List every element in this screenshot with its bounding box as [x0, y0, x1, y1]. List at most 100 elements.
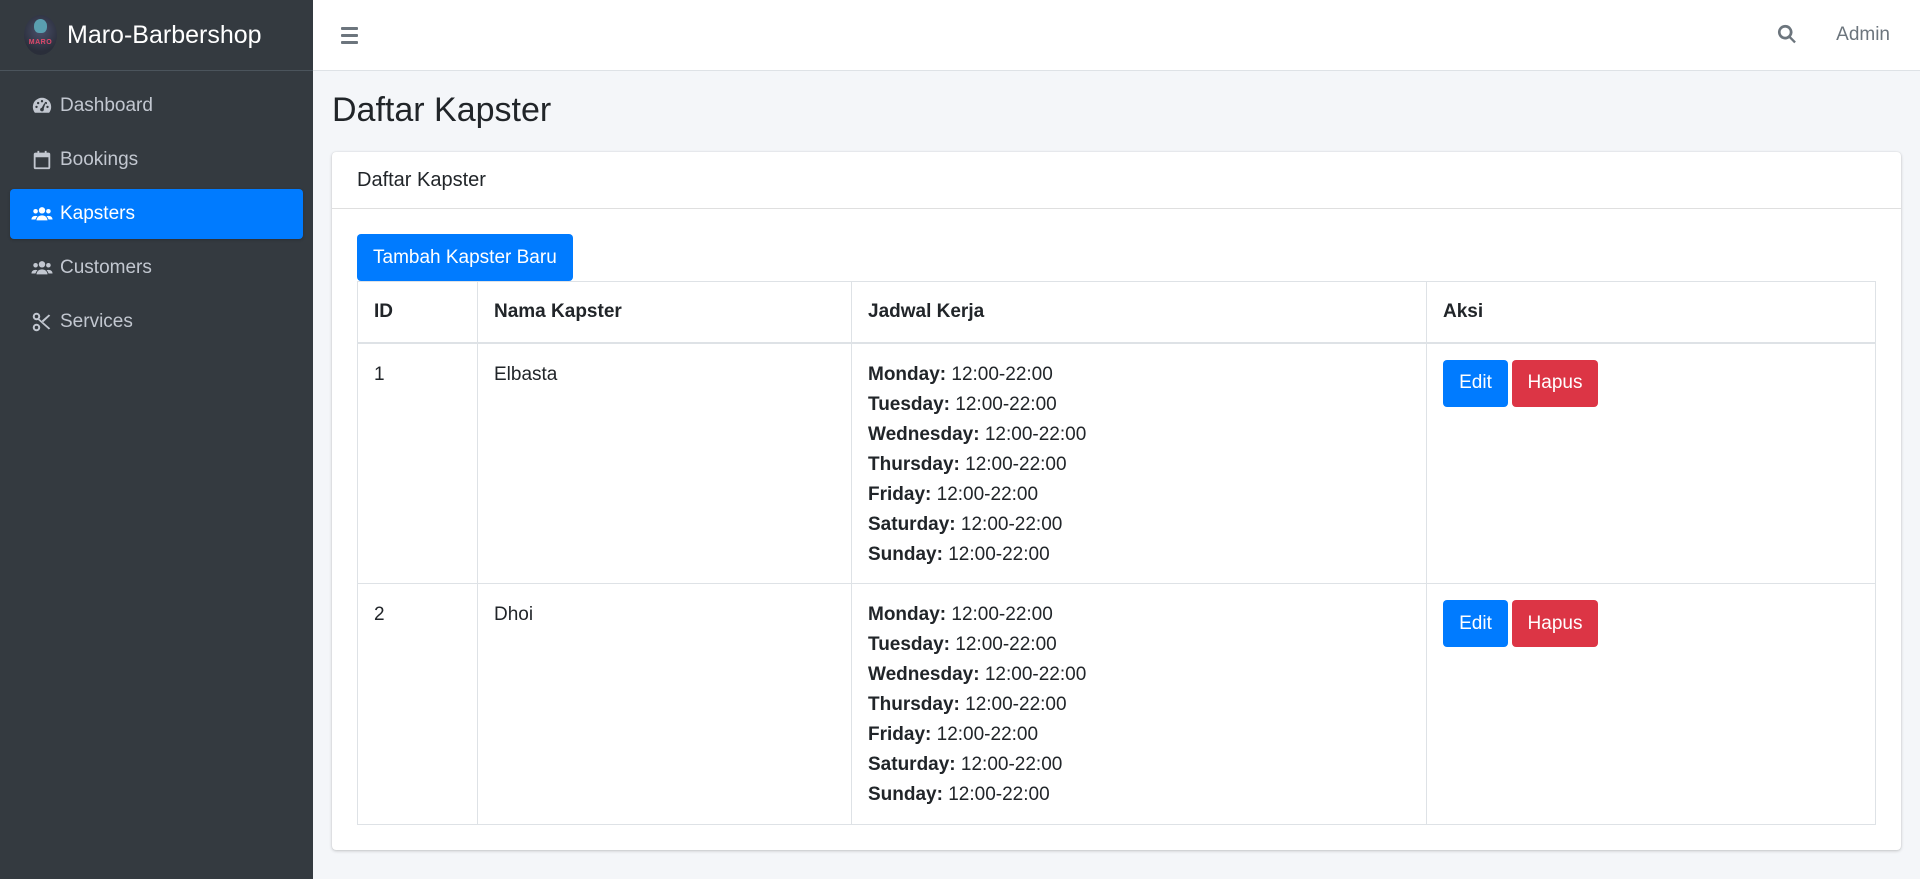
schedule-line: Thursday: 12:00-22:00: [868, 690, 1410, 720]
menu-toggle-icon[interactable]: [341, 23, 365, 47]
sidebar-item-kapsters[interactable]: Kapsters: [10, 189, 303, 239]
table-row: 1 Elbasta Monday: 12:00-22:00 Tuesday: 1…: [357, 342, 1876, 584]
schedule-line: Friday: 12:00-22:00: [868, 480, 1410, 510]
add-kapster-button[interactable]: Tambah Kapster Baru: [357, 234, 573, 281]
schedule-day: Monday:: [868, 363, 947, 385]
schedule-line: Sunday: 12:00-22:00: [868, 540, 1410, 570]
schedule-day: Saturday:: [868, 513, 956, 535]
main-content: Daftar Kapster Daftar Kapster Tambah Kap…: [313, 71, 1920, 879]
schedule-line: Tuesday: 12:00-22:00: [868, 390, 1410, 420]
cell-id: 1: [357, 342, 478, 584]
sidebar-item-customers[interactable]: Customers: [10, 243, 303, 293]
sidebar-nav: Dashboard Bookings Kapsters Customers Se…: [0, 71, 313, 347]
schedule-line: Saturday: 12:00-22:00: [868, 750, 1410, 780]
kapster-table: ID Nama Kapster Jadwal Kerja Aksi 1 Elba…: [357, 281, 1876, 825]
search-icon[interactable]: [1776, 23, 1800, 47]
schedule-time: 12:00-22:00: [948, 784, 1050, 805]
schedule-time: 12:00-22:00: [984, 664, 1087, 685]
schedule-day: Saturday:: [868, 754, 956, 775]
brand-name-bold: Maro: [67, 20, 124, 49]
column-header-schedule: Jadwal Kerja: [851, 281, 1427, 344]
brand-link[interactable]: MARO Maro-Barbershop: [0, 0, 313, 71]
schedule-line: Thursday: 12:00-22:00: [868, 450, 1410, 480]
card-header: Daftar Kapster: [332, 152, 1901, 209]
schedule-day: Sunday:: [868, 784, 943, 805]
schedule-line: Friday: 12:00-22:00: [868, 720, 1410, 750]
schedule-time: 12:00-22:00: [984, 423, 1087, 445]
sidebar-item-dashboard[interactable]: Dashboard: [10, 81, 303, 131]
topbar: Admin: [313, 0, 1920, 71]
delete-button[interactable]: Hapus: [1512, 359, 1598, 407]
sidebar: MARO Maro-Barbershop Dashboard Bookings …: [0, 0, 313, 879]
sidebar-item-label: Dashboard: [60, 95, 153, 116]
schedule-day: Friday:: [868, 483, 932, 505]
schedule-time: 12:00-22:00: [960, 513, 1063, 535]
cell-schedule: Monday: 12:00-22:00 Tuesday: 12:00-22:00…: [851, 583, 1427, 825]
sidebar-item-bookings[interactable]: Bookings: [10, 135, 303, 185]
sidebar-item-label: Customers: [60, 257, 152, 278]
cell-actions: Edit Hapus: [1426, 583, 1876, 825]
schedule-day: Tuesday:: [868, 393, 951, 415]
schedule-time: 12:00-22:00: [955, 393, 1057, 415]
schedule-day: Monday:: [868, 604, 947, 625]
card-body: Tambah Kapster Baru ID Nama Kapster Jadw…: [332, 209, 1901, 825]
schedule-time: 12:00-22:00: [960, 754, 1063, 775]
cell-name: Elbasta: [477, 342, 852, 584]
row-actions: Edit Hapus: [1443, 600, 1859, 647]
page-title: Daftar Kapster: [332, 91, 552, 129]
schedule-line: Monday: 12:00-22:00: [868, 360, 1410, 390]
kapster-id: 2: [374, 604, 385, 625]
kapster-name: Dhoi: [494, 604, 534, 625]
schedule-line: Tuesday: 12:00-22:00: [868, 630, 1410, 660]
topbar-right: Admin: [1776, 23, 1920, 47]
schedule-day: Tuesday:: [868, 634, 951, 655]
schedule-time: 12:00-22:00: [951, 604, 1053, 625]
edit-button[interactable]: Edit: [1443, 359, 1508, 407]
kapster-id: 1: [374, 363, 385, 385]
cell-actions: Edit Hapus: [1426, 342, 1876, 584]
cell-name: Dhoi: [477, 583, 852, 825]
sidebar-item-services[interactable]: Services: [10, 297, 303, 347]
brand-name: Maro-Barbershop: [67, 21, 262, 50]
logo-text: MARO: [28, 38, 53, 46]
schedule-time: 12:00-22:00: [951, 363, 1053, 385]
sidebar-item-label: Bookings: [60, 149, 139, 170]
cell-schedule: Monday: 12:00-22:00 Tuesday: 12:00-22:00…: [851, 342, 1427, 584]
schedule-time: 12:00-22:00: [948, 543, 1050, 565]
schedule-time: 12:00-22:00: [936, 483, 1039, 505]
schedule-time: 12:00-22:00: [965, 694, 1067, 715]
column-header-actions: Aksi: [1426, 281, 1876, 344]
schedule-line: Sunday: 12:00-22:00: [868, 780, 1410, 810]
schedule-day: Wednesday:: [868, 664, 980, 685]
schedule-day: Wednesday:: [868, 423, 980, 445]
edit-button[interactable]: Edit: [1443, 600, 1508, 647]
schedule-line: Saturday: 12:00-22:00: [868, 510, 1410, 540]
schedule-day: Friday:: [868, 724, 932, 745]
cell-id: 2: [357, 583, 478, 825]
schedule-time: 12:00-22:00: [955, 634, 1057, 655]
schedule-day: Thursday:: [868, 453, 960, 475]
table-row: 2 Dhoi Monday: 12:00-22:00 Tuesday: 12:0…: [357, 583, 1876, 825]
user-menu[interactable]: Admin: [1836, 24, 1890, 46]
column-header-name: Nama Kapster: [477, 281, 852, 344]
table-header-row: ID Nama Kapster Jadwal Kerja Aksi: [357, 281, 1876, 344]
schedule-day: Thursday:: [868, 694, 960, 715]
calendar-icon: [30, 149, 54, 171]
schedule-time: 12:00-22:00: [936, 724, 1039, 745]
kapster-card: Daftar Kapster Tambah Kapster Baru ID Na…: [332, 152, 1901, 850]
sidebar-item-label: Services: [60, 311, 133, 332]
logo-figure: [34, 19, 47, 33]
kapster-name: Elbasta: [494, 363, 558, 385]
column-header-id: ID: [357, 281, 478, 344]
delete-button[interactable]: Hapus: [1512, 600, 1598, 647]
scissors-icon: [30, 311, 54, 333]
brand-name-rest: -Barbershop: [123, 20, 262, 49]
sidebar-item-label: Kapsters: [60, 203, 135, 224]
users-icon: [30, 257, 54, 279]
users-icon: [30, 203, 54, 225]
brand-logo: MARO: [24, 15, 57, 55]
tachometer-icon: [30, 95, 54, 117]
schedule-day: Sunday:: [868, 543, 943, 565]
schedule-time: 12:00-22:00: [965, 453, 1067, 475]
schedule-line: Monday: 12:00-22:00: [868, 600, 1410, 630]
